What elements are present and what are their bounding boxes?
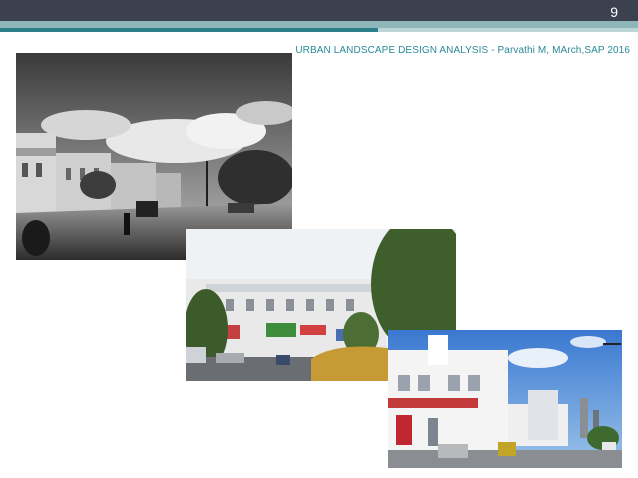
accent-stripe-dark <box>0 28 378 32</box>
slide-header-title: URBAN LANDSCAPE DESIGN ANALYSIS - Parvat… <box>295 45 630 56</box>
slide-number: 9 <box>610 4 618 20</box>
top-bar <box>0 0 638 21</box>
accent-stripe-pale <box>378 28 638 32</box>
accent-stripe-light <box>0 21 638 28</box>
white-colonnade-street-photo <box>388 330 622 468</box>
